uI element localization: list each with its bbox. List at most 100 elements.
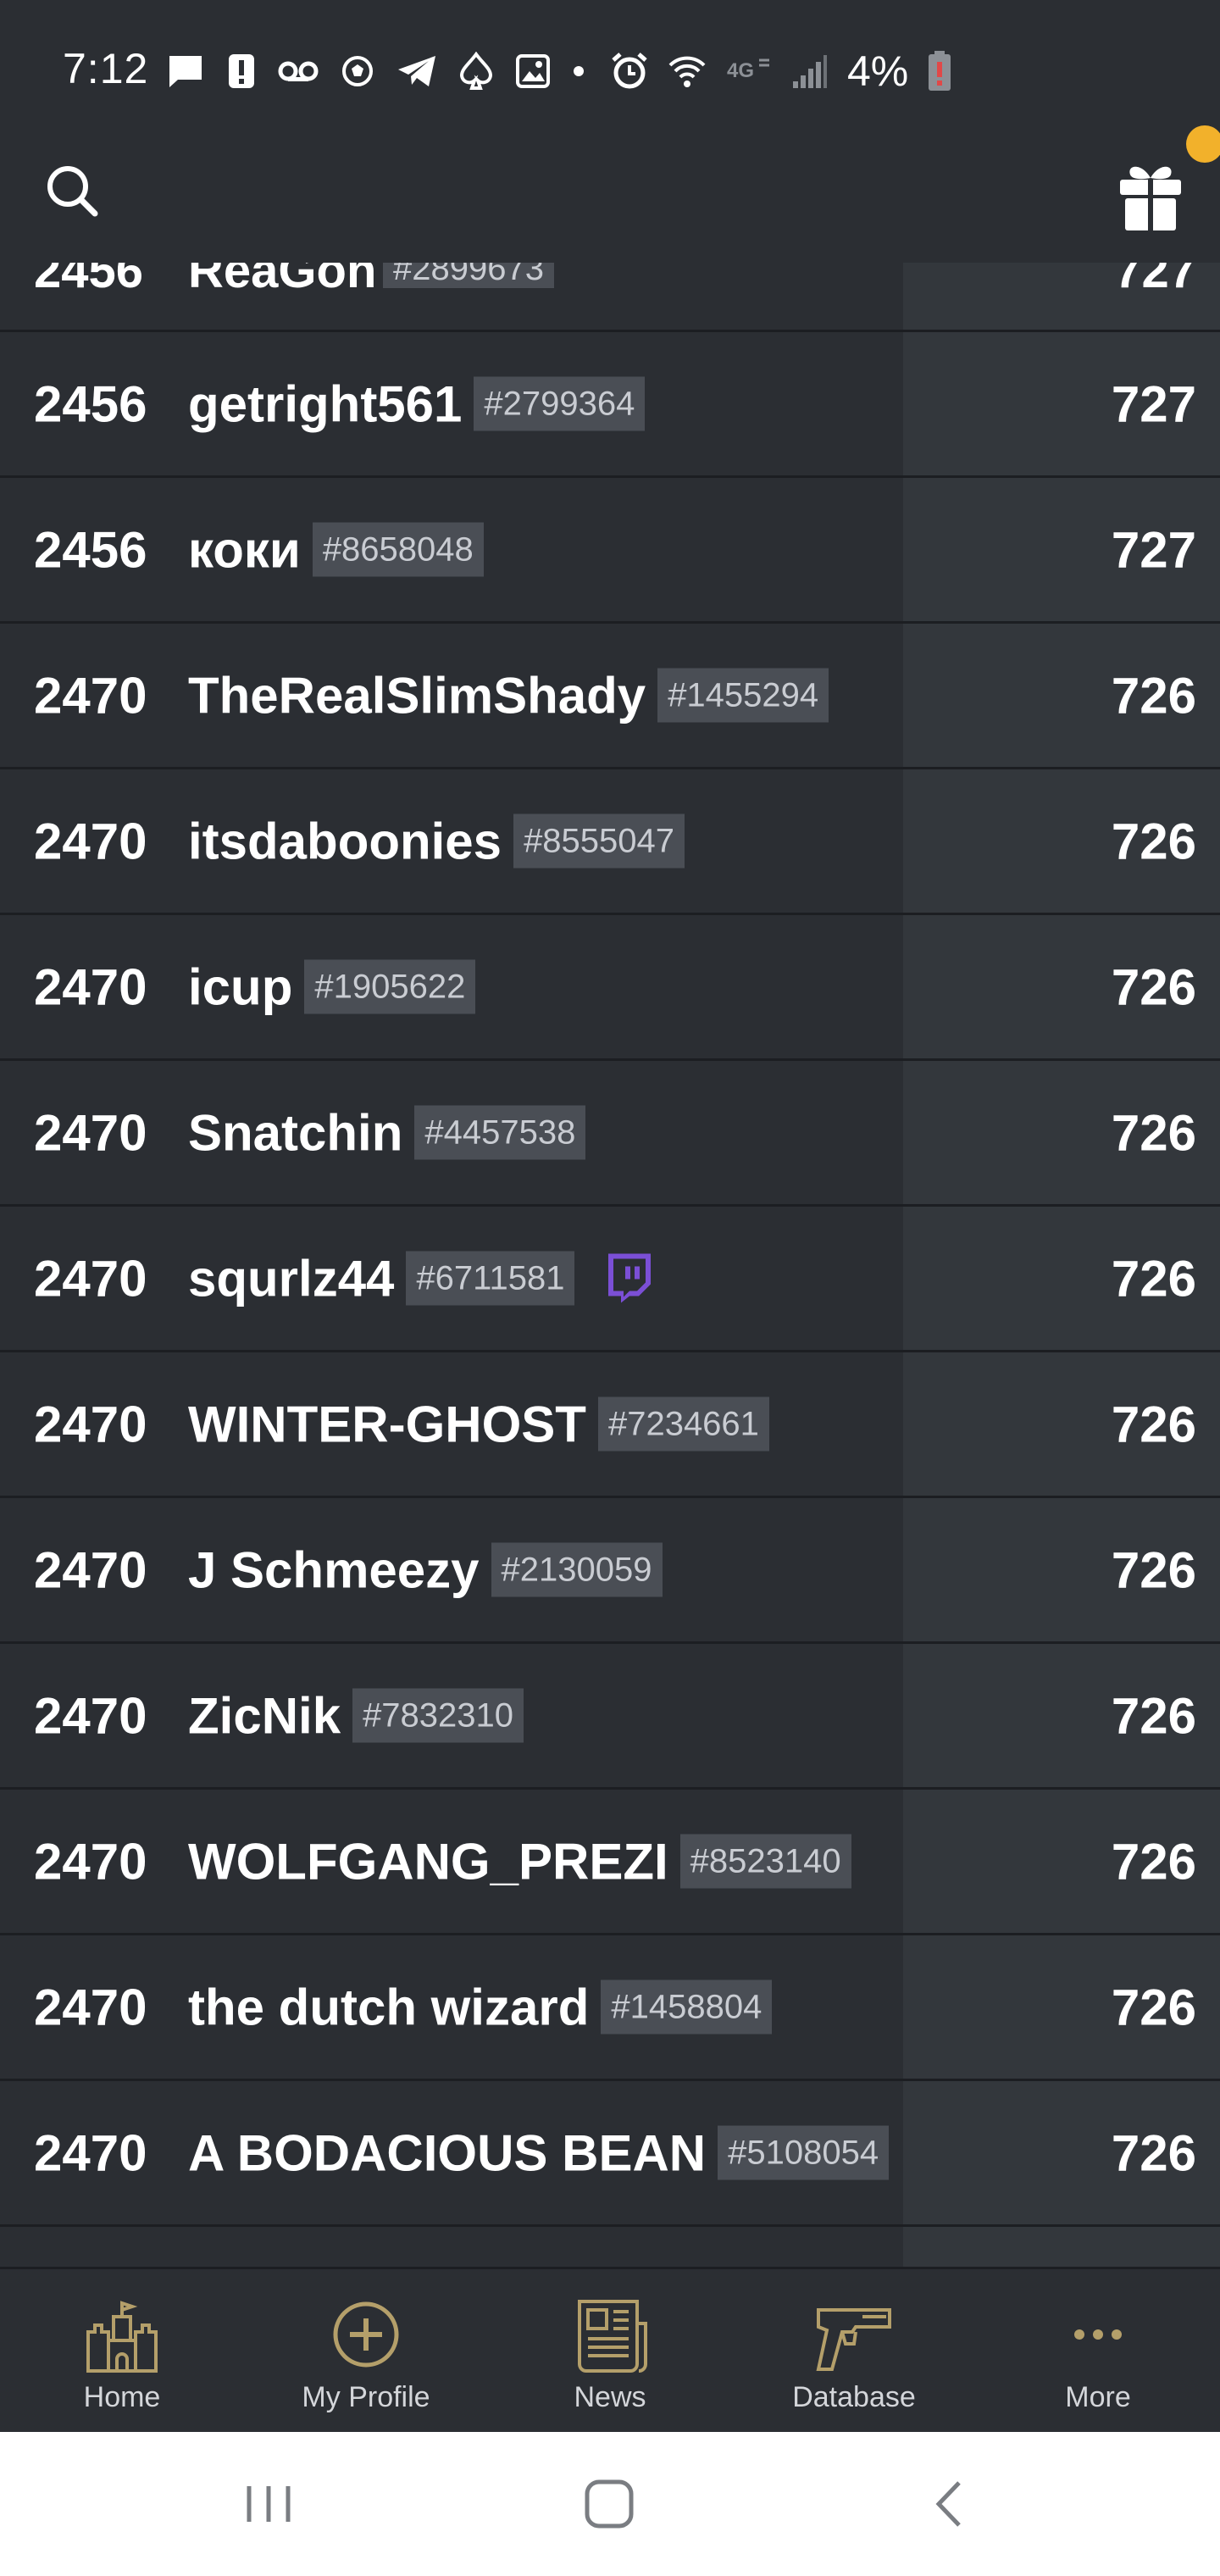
- nav-my-profile[interactable]: My Profile: [244, 2269, 488, 2432]
- row-player-name: A BODACIOUS BEAN: [188, 2124, 707, 2181]
- system-status-icons: 4G 4%: [610, 46, 952, 97]
- row-player-tag: #1905622: [304, 959, 476, 1014]
- table-row[interactable]: 2470 squrlz44 #6711581 726: [0, 1207, 1220, 1352]
- row-player-tag: #8658048: [312, 522, 484, 577]
- row-rank: 2470: [34, 1833, 147, 1890]
- row-player: WOLFGANG_PREZI #8523140: [188, 1832, 851, 1890]
- row-player-tag: #8523140: [679, 1834, 851, 1889]
- plus-circle-icon: [333, 2301, 399, 2368]
- row-player: squrlz44 #6711581: [188, 1249, 654, 1307]
- table-row[interactable]: 2470 J Schmeezy #2130059 726: [0, 1498, 1220, 1644]
- table-row[interactable]: 2470 Snatchin #4457538 726: [0, 1061, 1220, 1207]
- row-rank: 2470: [34, 1396, 147, 1452]
- image-icon: [516, 54, 550, 88]
- row-player-tag: #2799364: [474, 376, 646, 431]
- telegram-icon: [398, 56, 435, 86]
- nav-database[interactable]: Database: [732, 2269, 976, 2432]
- voicemail-icon: [278, 61, 319, 81]
- table-row[interactable]: 2470 TheRealSlimShady #1455294 726: [0, 624, 1220, 769]
- table-row[interactable]: 2470 WINTER-GHOST #7234661 726: [0, 1352, 1220, 1498]
- nav-news[interactable]: News: [488, 2269, 732, 2432]
- table-row-partial[interactable]: 2456 ReaGon #2899673 727: [0, 263, 1220, 332]
- row-rank: 2456: [34, 263, 144, 298]
- row-player-tag: #7832310: [352, 1688, 524, 1743]
- back-icon[interactable]: [920, 2474, 979, 2534]
- table-row[interactable]: 2456 getright561 #2799364 727: [0, 332, 1220, 478]
- table-row[interactable]: 2470 icup #1905622 726: [0, 915, 1220, 1061]
- row-score: 726: [1111, 1979, 1196, 2035]
- search-button[interactable]: [41, 159, 108, 227]
- row-player-tag: #7234661: [597, 1396, 769, 1452]
- row-score: 726: [1111, 1396, 1196, 1452]
- alert-icon: [229, 54, 254, 88]
- row-player-name: getright561: [188, 375, 463, 432]
- app-header: [0, 144, 1220, 263]
- wifi-icon: [668, 56, 706, 87]
- soccer-ball-icon: [342, 56, 373, 86]
- row-player: itsdaboonies #8555047: [188, 812, 685, 870]
- row-player-name: squrlz44: [188, 1250, 395, 1307]
- newspaper-icon: [578, 2300, 647, 2373]
- home-icon[interactable]: [580, 2474, 639, 2534]
- gift-notification-dot: [1186, 125, 1220, 163]
- row-player-tag: #4457538: [414, 1105, 586, 1160]
- nav-home[interactable]: Home: [0, 2269, 244, 2432]
- row-score: 727: [1111, 521, 1196, 578]
- row-player-name: ReaGon: [188, 263, 377, 298]
- row-score: 727: [1114, 263, 1196, 298]
- table-row[interactable]: 2470 itsdaboonies #8555047 726: [0, 769, 1220, 915]
- row-rank: 2470: [34, 958, 147, 1015]
- more-dots-icon: [1074, 2329, 1122, 2340]
- nav-label: Home: [83, 2381, 161, 2413]
- dot-icon: [574, 66, 584, 76]
- row-player-name: ZicNik: [188, 1687, 341, 1744]
- pistol-icon: [816, 2308, 891, 2371]
- row-player: J Schmeezy #2130059: [188, 1541, 663, 1599]
- row-score: 727: [1111, 375, 1196, 432]
- row-player: WINTER-GHOST #7234661: [188, 1395, 769, 1453]
- table-row[interactable]: 2470 A BODACIOUS BEAN #5108054 726: [0, 2081, 1220, 2227]
- row-player-name: the dutch wizard: [188, 1979, 590, 2035]
- row-score: 726: [1111, 2124, 1196, 2181]
- leaderboard-list[interactable]: 2456 ReaGon #2899673 727 2456 getright56…: [0, 263, 1220, 2267]
- row-player: the dutch wizard #1458804: [188, 1978, 773, 2036]
- recents-icon[interactable]: [239, 2474, 298, 2534]
- signal-icon: [793, 55, 827, 88]
- nav-label: News: [574, 2381, 646, 2413]
- row-score: 726: [1111, 1104, 1196, 1161]
- row-score: 726: [1111, 1687, 1196, 1744]
- row-player: A BODACIOUS BEAN #5108054: [188, 2124, 890, 2182]
- gift-button[interactable]: [1108, 159, 1193, 236]
- row-player-name: Snatchin: [188, 1104, 403, 1161]
- table-row[interactable]: 2470 WOLFGANG_PREZI #8523140 726: [0, 1790, 1220, 1935]
- table-row[interactable]: 2470 ZicNik #7832310 726: [0, 1644, 1220, 1790]
- row-player-tag: #2899673: [383, 263, 554, 288]
- nav-more[interactable]: More: [976, 2269, 1220, 2432]
- system-navigation-bar: [0, 2432, 1220, 2576]
- row-rank: 2470: [34, 1687, 147, 1744]
- castle-icon: [86, 2301, 158, 2373]
- row-score: 726: [1111, 1541, 1196, 1598]
- row-player-tag: #1455294: [657, 668, 829, 723]
- svg-text:4G: 4G: [727, 59, 754, 82]
- gift-icon: [1120, 166, 1181, 230]
- nav-label: Database: [792, 2381, 916, 2413]
- status-bar: 7:12 4G 4%: [0, 0, 1220, 144]
- row-player-name: icup: [188, 958, 293, 1015]
- row-player-name: коки: [188, 521, 301, 578]
- message-icon: [169, 56, 202, 87]
- search-icon: [47, 166, 98, 217]
- row-rank: 2470: [34, 1541, 147, 1598]
- row-score: 726: [1111, 1250, 1196, 1307]
- row-score: 726: [1111, 1833, 1196, 1890]
- twitch-icon[interactable]: [603, 1252, 654, 1305]
- row-player: ZicNik #7832310: [188, 1686, 524, 1745]
- notification-icons: [166, 46, 585, 97]
- nav-label: More: [1065, 2381, 1131, 2413]
- row-player: TheRealSlimShady #1455294: [188, 666, 829, 724]
- bottom-navigation: Home My Profile News Database More: [0, 2267, 1220, 2432]
- alarm-icon: [612, 53, 647, 89]
- table-row[interactable]: 2470 the dutch wizard #1458804 726: [0, 1935, 1220, 2081]
- table-row[interactable]: 2456 коки #8658048 727: [0, 478, 1220, 624]
- leaderboard-screen: 7:12 4G 4% 2456 ReaGon #2899673 727 2456…: [0, 0, 1220, 2576]
